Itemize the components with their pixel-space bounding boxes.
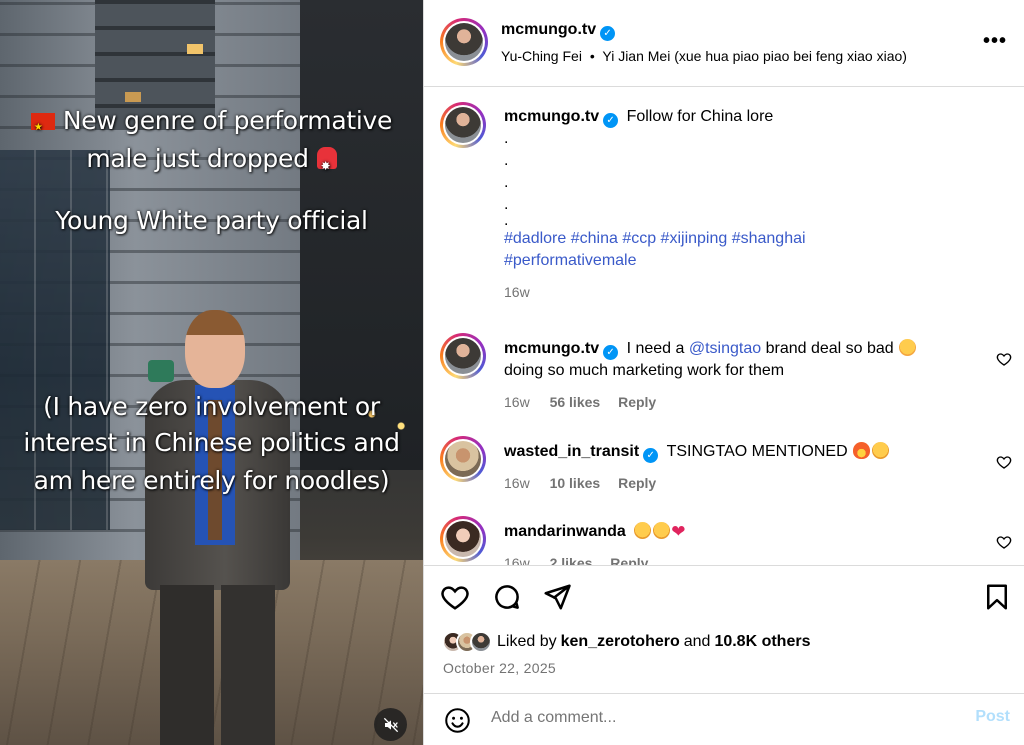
caption-item: mcmungo.tv ✓ Follow for China lore . . . … [440,102,1010,322]
comment-text: I need a [626,340,689,357]
post-header: mcmungo.tv ✓ Yu-Ching Fei • Yi Jian Mei (… [424,0,1024,87]
liked-by-others[interactable]: 10.8K others [714,633,810,651]
comment-username[interactable]: wasted_in_transit [504,443,639,460]
author-info: mcmungo.tv ✓ [501,21,616,41]
post-video[interactable]: New genre of performative male just drop… [0,0,423,745]
liker-avatar [470,631,492,653]
reply-button[interactable]: Reply [618,475,656,491]
audio-info[interactable]: Yu-Ching Fei • Yi Jian Mei (xue hua piao… [501,48,907,64]
audio-title[interactable]: Yi Jian Mei (xue hua piao piao bei feng … [602,48,907,64]
reply-button[interactable]: Reply [610,555,648,565]
speaker-muted-icon [383,717,398,732]
comment-input[interactable] [491,709,911,727]
caption-hashtags[interactable]: #dadlore #china #ccp #xijinping #shangha… [504,228,964,250]
comment-item: mcmungo.tv ✓ I need a @tsingtao brand dea… [440,333,1012,413]
liked-by-prefix: Liked by [497,633,557,650]
person-figure [140,310,300,745]
caption-dot: . [504,130,509,147]
comment-likes[interactable]: 10 likes [550,475,601,491]
comments-scroll-area[interactable]: mcmungo.tv ✓ Follow for China lore . . . … [424,88,1024,565]
overlay-caption-line: male just dropped [0,141,423,184]
emoji-smiley-icon[interactable] [444,707,471,734]
like-comment-heart-icon[interactable] [996,454,1012,470]
lit-window [187,44,203,54]
rolling-laughing-face-icon [634,522,652,539]
comment-likes[interactable]: 2 likes [550,555,593,565]
fire-icon [853,442,871,459]
caption-username[interactable]: mcmungo.tv [504,108,599,125]
liked-by-and: and [683,633,711,650]
post-date[interactable]: October 22, 2025 [443,660,556,676]
author-username[interactable]: mcmungo.tv [501,21,596,38]
comment-avatar[interactable] [440,436,486,482]
comment-text: TSINGTAO MENTIONED [666,443,848,460]
post-actions: Liked by ken_zerotohero and 10.8K others… [424,565,1024,693]
comment-item: wasted_in_transit ✓ TSINGTAO MENTIONED 16… [440,436,1012,506]
liked-by-summary: Liked by ken_zerotohero and 10.8K others [442,630,810,654]
verified-badge-icon: ✓ [603,345,619,360]
comment-username[interactable]: mandarinwanda [504,523,626,540]
comment-text-line2: doing so much marketing work for them [504,362,785,379]
caption-dot: . [504,212,509,229]
add-comment-bar: Post [424,693,1024,745]
verified-badge-icon: ✓ [603,113,619,128]
caption-avatar[interactable] [440,102,486,148]
china-flag-icon [30,110,55,146]
caption-age[interactable]: 16w [504,284,530,300]
comment-age[interactable]: 16w [504,555,530,565]
comment-mention-link[interactable]: @tsingtao [689,340,761,357]
overlay-caption-line: New genre of performative [0,103,423,146]
caption-dot: . [504,152,509,169]
hand-over-mouth-face-icon [872,442,890,459]
verified-badge-icon: ✓ [643,448,659,463]
audio-artist[interactable]: Yu-Ching Fei [501,48,582,64]
overlay-text-1: New genre of performative [62,106,393,135]
trousers [160,585,275,745]
overlay-text-5: interest in Chinese politics and [23,428,400,457]
like-comment-heart-icon[interactable] [996,534,1012,550]
red-heart-icon: ❤ [671,522,686,541]
comment-text: brand deal so bad [761,340,894,357]
crying-face-icon [899,339,917,356]
head [185,310,245,388]
overlay-text-2: male just dropped [86,144,309,173]
comment-item: mandarinwanda ❤ 16w 2 likes Reply [440,516,1012,565]
verified-badge-icon: ✓ [600,26,616,41]
comment-likes[interactable]: 56 likes [550,394,601,410]
overlay-text-6: am here entirely for noodles) [33,466,390,495]
caption-dot: . [504,196,509,213]
rolling-laughing-face-icon [653,522,671,539]
comment-age[interactable]: 16w [504,394,530,410]
share-paper-plane-icon[interactable] [542,582,572,612]
overlay-text-4: (I have zero involvement or [43,392,380,421]
audio-separator: • [589,48,595,64]
more-options-button[interactable]: ••• [983,30,1007,53]
caption-dot: . [504,174,509,191]
caption-text: Follow for China lore [626,108,774,125]
caption-hashtags[interactable]: #performativemale [504,250,964,272]
comment-bubble-icon[interactable] [492,582,522,612]
beer-can [148,360,174,382]
lit-window [125,92,141,102]
like-heart-icon[interactable] [440,582,470,612]
reply-button[interactable]: Reply [618,394,656,410]
like-comment-heart-icon[interactable] [996,351,1012,367]
comment-avatar[interactable] [440,516,486,562]
siren-icon [316,147,337,184]
comment-age[interactable]: 16w [504,475,530,491]
author-avatar[interactable] [440,18,488,66]
instagram-post-view: New genre of performative male just drop… [0,0,1024,745]
comment-avatar[interactable] [440,333,486,379]
mute-button[interactable] [374,708,407,741]
liker-avatars [442,631,492,653]
save-bookmark-icon[interactable] [982,582,1012,612]
post-details-panel: mcmungo.tv ✓ Yu-Ching Fei • Yi Jian Mei (… [423,0,1024,745]
post-comment-button[interactable]: Post [975,708,1010,726]
overlay-text-3: Young White party official [55,206,368,235]
liked-by-user[interactable]: ken_zerotohero [561,633,680,651]
comment-username[interactable]: mcmungo.tv [504,340,599,357]
